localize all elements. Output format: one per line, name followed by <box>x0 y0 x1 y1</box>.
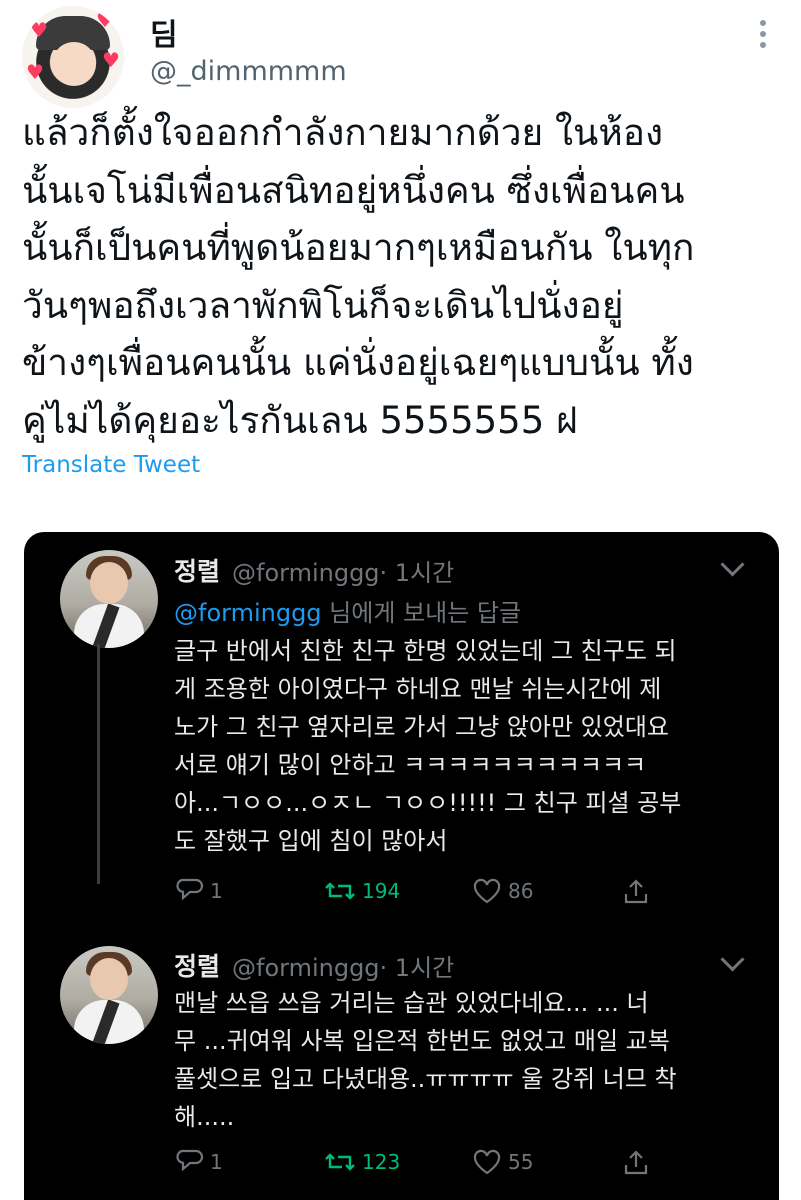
author-avatar[interactable]: ♥ ♥ ♥ ♥ <box>22 6 124 108</box>
reply-text-line: 도 잘했구 입에 침이 많아서 <box>174 827 448 855</box>
reply-handle[interactable]: @forminggg <box>232 559 380 587</box>
reply-text-line: 게 조용한 아이였다구 하네요 맨날 쉬는시간에 제 <box>174 675 662 703</box>
tweet-text-line: แล้วก็ตั้งใจออกกำลังกายมากด้วย ในห้อง <box>22 111 664 154</box>
reply-text-line: 해..... <box>174 1103 235 1131</box>
retweet-icon <box>325 1153 355 1171</box>
heart-icon <box>473 878 501 904</box>
reply-action[interactable]: 1 <box>176 878 223 904</box>
reply-text-line: 서로 얘기 많이 안하고 ㅋㅋㅋㅋㅋㅋㅋㅋㅋㅋㅋ <box>174 751 647 779</box>
share-action[interactable] <box>622 878 650 906</box>
tweet-text-line: นั้นก็เป็นคนที่พูดน้อยมากๆเหมือนกัน ในทุ… <box>22 226 695 269</box>
comment-icon <box>176 878 204 901</box>
tweet-text-line: ข้างๆเพื่อนคนนั้น แค่นั่งอยู่เฉยๆแบบนั้น… <box>22 341 694 384</box>
retweet-action[interactable]: 123 <box>324 1149 400 1175</box>
tweet-text-line: วันๆพอถึงเวลาพักพิโน่ก็จะเดินไปนั่งอยู่ <box>22 283 624 327</box>
reply-avatar[interactable] <box>60 946 158 1044</box>
reply-text-line: 풀셋으로 입고 다녔대용..ㅠㅠㅠㅠ 울 강쥐 너므 착 <box>174 1065 677 1093</box>
reply-action[interactable]: 1 <box>176 1149 223 1175</box>
reply-author-meta: @forminggg· 1시간 <box>232 948 454 983</box>
replying-to-line: @forminggg 님에게 보내는 답글 <box>174 593 521 628</box>
retweet-count: 123 <box>362 1150 401 1174</box>
replying-mention[interactable]: @forminggg <box>174 599 322 627</box>
embedded-screenshot: 정렬 @forminggg· 1시간 @forminggg 님에게 보내는 답글… <box>24 532 779 1200</box>
reply-avatar[interactable] <box>60 550 158 648</box>
reply-count: 1 <box>210 1150 223 1174</box>
reply-text-line: 무 ...귀여워 사복 입은적 한번도 없었고 매일 교복 <box>174 1027 670 1055</box>
share-icon <box>624 879 648 904</box>
reply-text-line: 아...ㄱㅇㅇ...ㅇㅈㄴ ㄱㅇㅇ!!!!! 그 친구 피셜 공부 <box>174 789 682 817</box>
retweet-action[interactable]: 194 <box>324 878 400 904</box>
like-count: 86 <box>508 879 534 903</box>
reply-handle[interactable]: @forminggg <box>232 954 380 982</box>
reply-text-line: 글구 반에서 친한 친구 한명 있었는데 그 친구도 되 <box>174 637 677 665</box>
heart-icon <box>473 1149 501 1175</box>
share-icon <box>624 1150 648 1175</box>
reply-text: 맨날 쓰읍 쓰읍 거리는 습관 있었다네요... ... 너 무 ...귀여워 … <box>174 984 754 1136</box>
translate-tweet-link[interactable]: Translate Tweet <box>22 452 200 478</box>
retweet-count: 194 <box>362 879 401 903</box>
reply-count: 1 <box>210 879 223 903</box>
reply-author-name[interactable]: 정렬 <box>174 552 220 588</box>
reply-text: 글구 반에서 친한 친구 한명 있었는데 그 친구도 되 게 조용한 아이였다구… <box>174 632 754 860</box>
reply-time: · 1시간 <box>379 559 455 587</box>
chevron-down-icon[interactable] <box>720 947 745 972</box>
like-count: 55 <box>508 1150 534 1174</box>
tweet-text: แล้วก็ตั้งใจออกกำลังกายมากด้วย ในห้อง นั… <box>22 104 792 449</box>
reply-text-line: 맨날 쓰읍 쓰읍 거리는 습관 있었다네요... ... 너 <box>174 989 649 1017</box>
reply-author-meta: @forminggg· 1시간 <box>232 553 454 588</box>
share-action[interactable] <box>622 1149 650 1177</box>
like-action[interactable]: 86 <box>472 878 533 904</box>
reply-time: · 1시간 <box>379 954 455 982</box>
retweet-icon <box>325 882 355 900</box>
reply-author-name[interactable]: 정렬 <box>174 947 220 983</box>
like-action[interactable]: 55 <box>472 1149 533 1175</box>
tweet-text-line: คู่ไม่ได้คุยอะไรกันเลน 5555555 ฝ <box>22 398 578 442</box>
chevron-down-icon[interactable] <box>720 552 745 577</box>
replying-suffix: 님에게 보내는 답글 <box>321 599 522 627</box>
thread-connector-line <box>97 644 100 884</box>
comment-icon <box>176 1149 204 1172</box>
tweet-text-line: นั้นเจโน่มีเพื่อนสนิทอยู่หนึ่งคน ซึ่งเพื… <box>22 168 685 212</box>
reply-text-line: 노가 그 친구 옆자리로 가서 그냥 앉아만 있었대요 <box>174 713 670 741</box>
author-handle[interactable]: @_dimmmmm <box>150 56 347 87</box>
more-dots-icon[interactable] <box>748 14 778 54</box>
author-display-name[interactable]: 딤 <box>150 10 178 54</box>
